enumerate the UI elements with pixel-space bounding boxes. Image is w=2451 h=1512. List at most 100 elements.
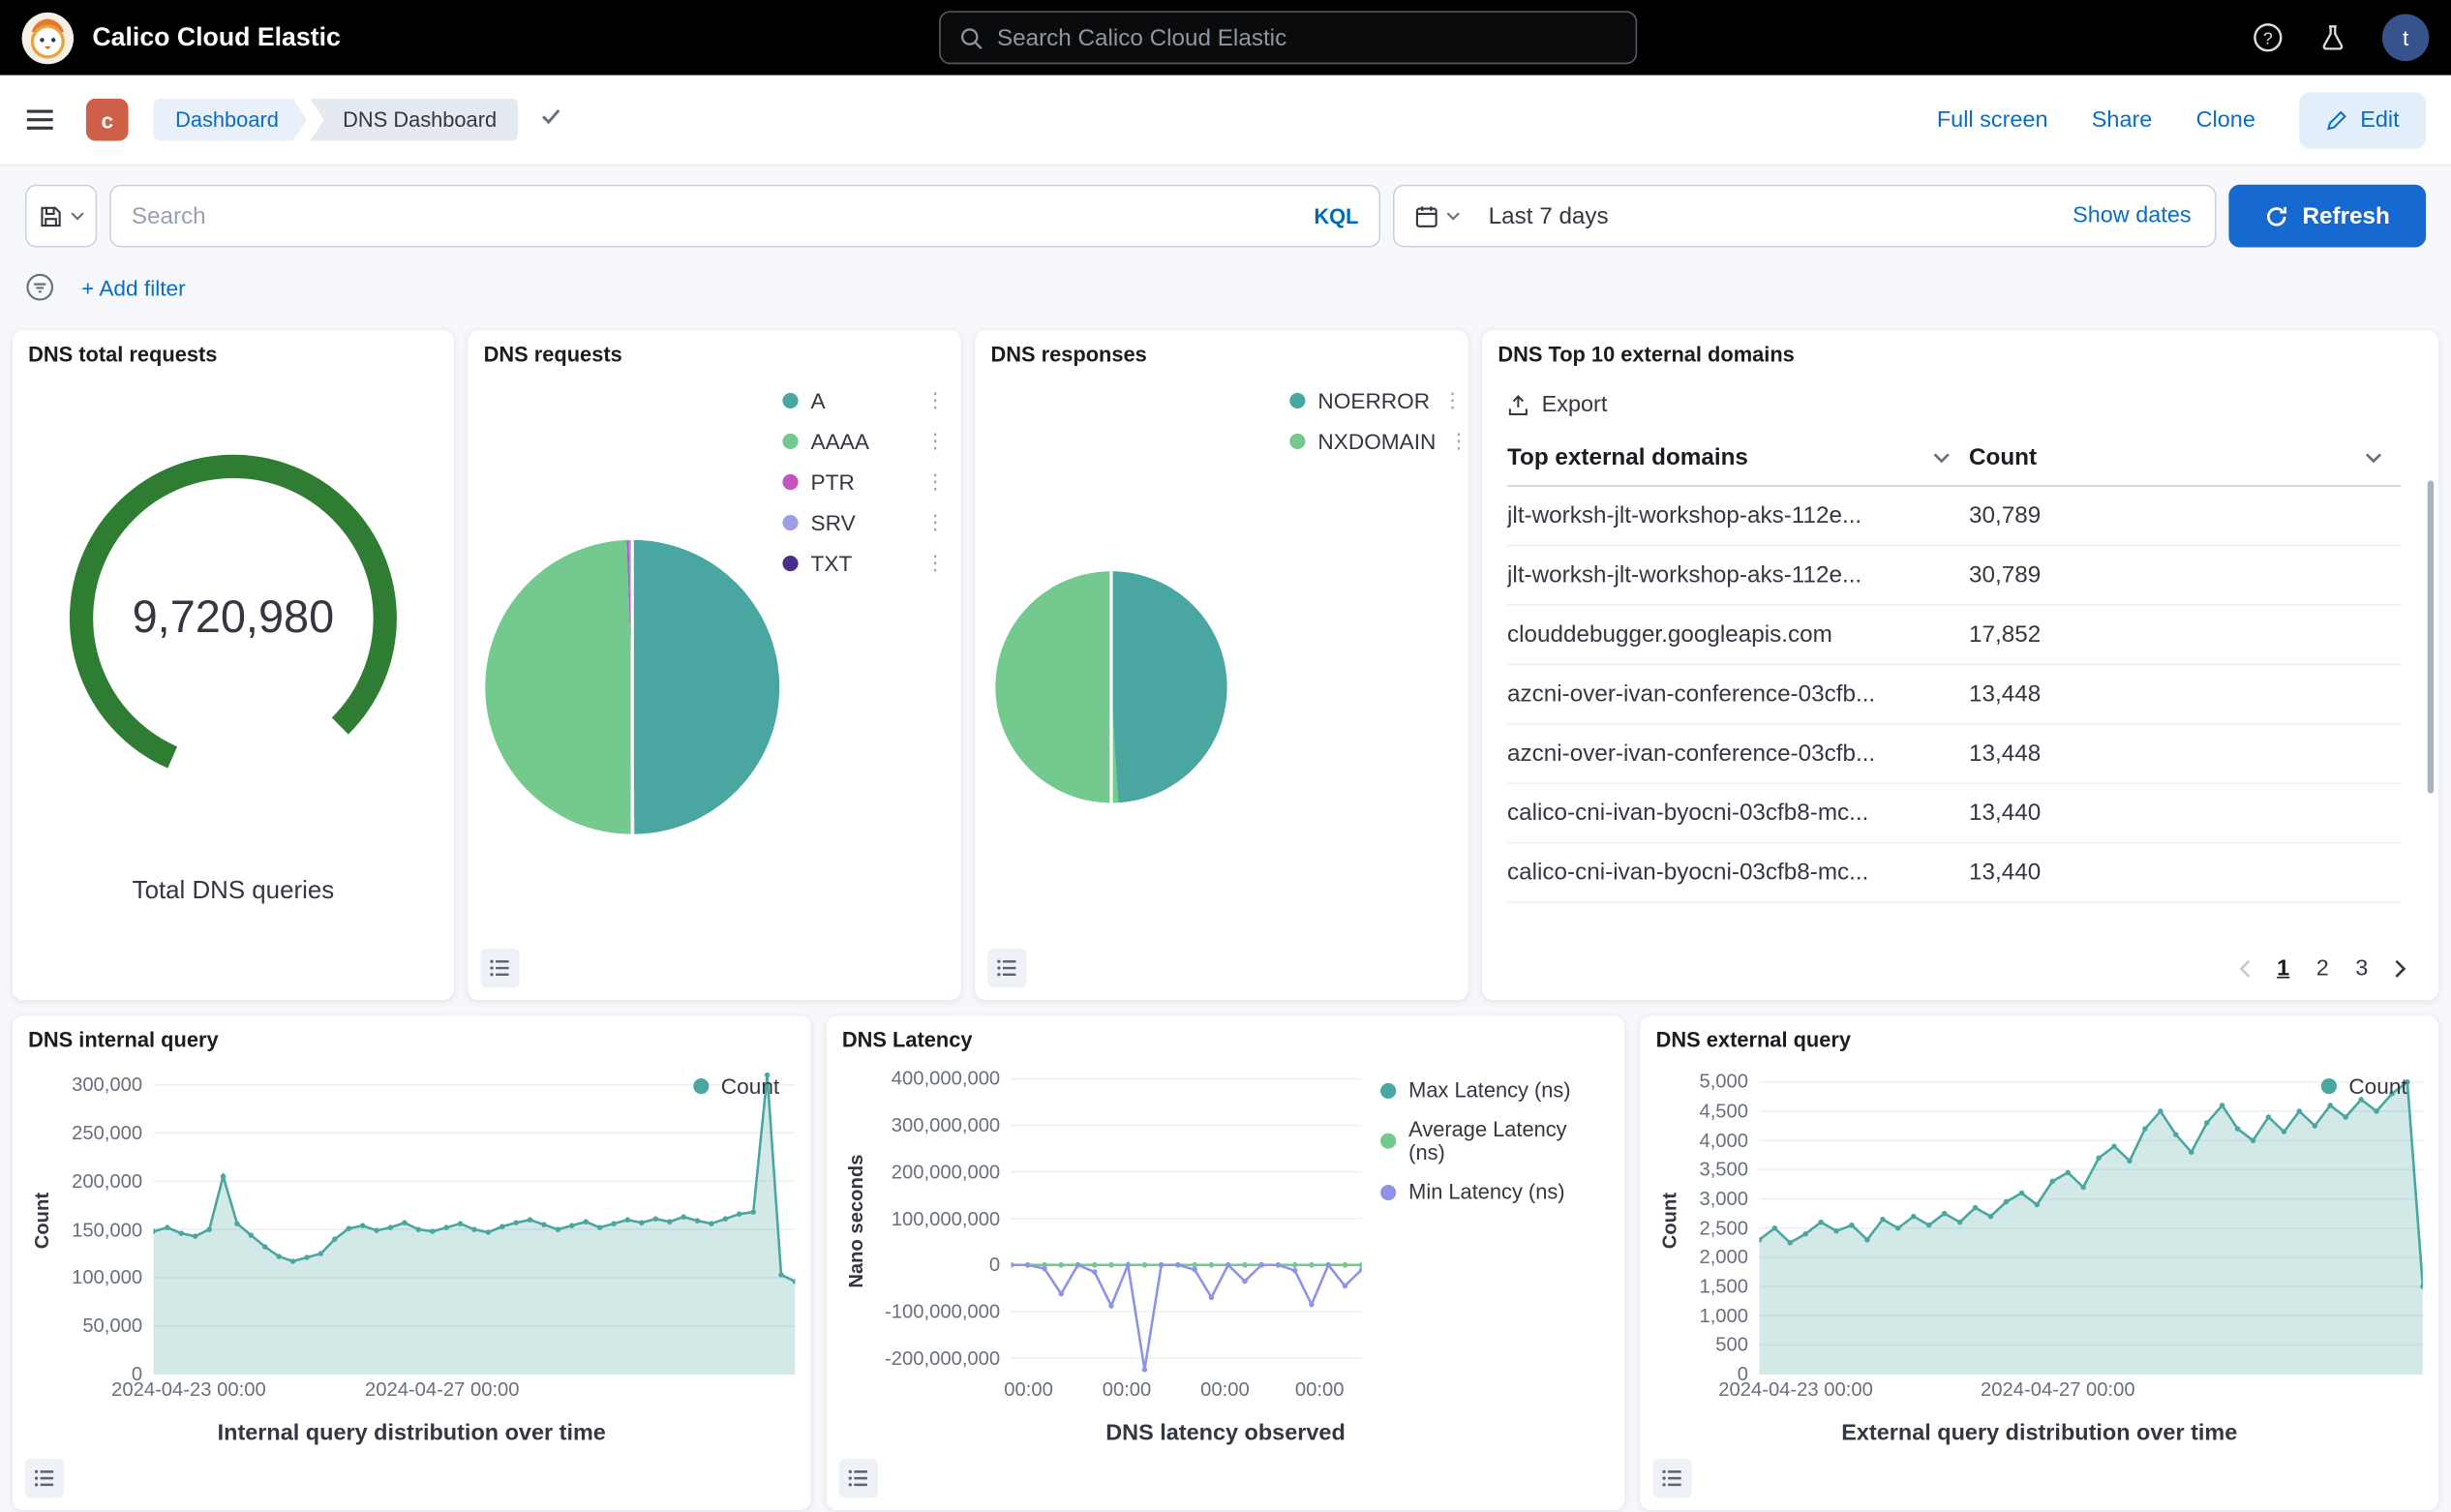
help-icon[interactable]: ? (2253, 22, 2284, 53)
calico-logo[interactable] (22, 12, 74, 63)
y-axis-tick-label: 100,000,000 (892, 1207, 1000, 1229)
legend-item[interactable]: NXDOMAIN⋮ (1289, 429, 1452, 454)
clone-button[interactable]: Clone (2196, 107, 2255, 133)
export-button[interactable]: Export (1507, 393, 1607, 418)
top-navigation-bar: Calico Cloud Elastic Search Calico Cloud… (0, 0, 2451, 76)
legend-actions-icon[interactable]: ⋮ (925, 469, 946, 495)
svg-text:?: ? (2263, 28, 2273, 47)
column-header-domains[interactable]: Top external domains (1507, 444, 1969, 470)
panel-data-list-button[interactable] (1652, 1459, 1691, 1497)
legend-item[interactable]: SRV⋮ (782, 510, 945, 535)
add-filter-button[interactable]: + Add filter (81, 275, 186, 300)
share-button[interactable]: Share (2092, 107, 2153, 133)
y-axis-tick-label: -200,000,000 (885, 1346, 1000, 1369)
page-button[interactable]: 2 (2316, 956, 2329, 982)
column-label: Count (1969, 444, 2037, 470)
legend-item[interactable]: Max Latency (ns) (1380, 1078, 1609, 1102)
pie-chart[interactable] (485, 540, 779, 834)
panel-data-list-button[interactable] (25, 1459, 64, 1497)
y-axis-tick-label: 0 (989, 1254, 1000, 1276)
menu-icon[interactable] (25, 105, 55, 135)
legend-item[interactable]: NOERROR⋮ (1289, 388, 1452, 413)
y-axis-tick-label: 500 (1715, 1334, 1748, 1356)
y-axis-tick-label: 3,000 (1699, 1188, 1748, 1210)
calendar-menu-button[interactable] (1395, 186, 1479, 245)
panel-title: DNS Top 10 external domains (1498, 343, 2423, 366)
labs-icon[interactable] (2318, 22, 2348, 52)
legend-color-dot (693, 1078, 709, 1094)
legend-item[interactable]: Min Latency (ns) (1380, 1180, 1609, 1203)
legend-item[interactable]: TXT⋮ (782, 551, 945, 576)
scrollbar-thumb[interactable] (2428, 480, 2434, 793)
gauge-caption: Total DNS queries (133, 878, 334, 906)
line-chart[interactable]: 00:0000:0000:0000:00 (1011, 1068, 1361, 1375)
pie-chart[interactable] (995, 571, 1226, 802)
count-cell: 13,448 (1969, 680, 2401, 707)
page-button[interactable]: 3 (2355, 956, 2368, 982)
calendar-icon (1414, 204, 1437, 227)
page-button[interactable]: 1 (2277, 956, 2289, 982)
search-input[interactable] (132, 202, 1302, 228)
legend-color-dot (1380, 1082, 1396, 1098)
chart-legend: Count (2320, 1074, 2407, 1099)
legend-actions-icon[interactable]: ⋮ (925, 429, 946, 454)
previous-page-icon[interactable] (2238, 959, 2251, 978)
legend-item[interactable]: Count (693, 1074, 780, 1099)
x-axis-tick-label: 2024-04-27 00:00 (365, 1378, 520, 1401)
full-screen-button[interactable]: Full screen (1937, 107, 2048, 133)
legend-color-dot (1380, 1184, 1396, 1199)
filter-icon[interactable] (25, 272, 55, 302)
panel-data-list-button[interactable] (839, 1459, 878, 1497)
y-axis-tick-label: 1,000 (1699, 1305, 1748, 1327)
show-dates-button[interactable]: Show dates (2073, 203, 2192, 228)
x-axis-tick-label: 2024-04-23 00:00 (1718, 1378, 1873, 1401)
panel-dns-top-domains: DNS Top 10 external domains Export Top e… (1482, 330, 2438, 1000)
export-label: Export (1542, 393, 1608, 418)
panel-data-list-button[interactable] (480, 949, 519, 987)
table-body: jlt-worksh-jlt-workshop-aks-112e...30,78… (1507, 487, 2401, 903)
legend-actions-icon[interactable]: ⋮ (1448, 429, 1468, 454)
chart-legend: Max Latency (ns) Average Latency (ns) Min … (1362, 1068, 1609, 1375)
area-chart[interactable]: 2024-04-23 00:002024-04-27 00:00 (1759, 1068, 2423, 1375)
space-badge[interactable]: c (86, 99, 129, 141)
list-icon (490, 958, 510, 979)
legend-item[interactable]: AAAA⋮ (782, 429, 945, 454)
global-search[interactable]: Search Calico Cloud Elastic (939, 11, 1637, 64)
panel-dns-external-query: DNS external query Count 5,0004,5004,000… (1640, 1015, 2438, 1510)
legend-actions-icon[interactable]: ⋮ (925, 551, 946, 576)
user-avatar[interactable]: t (2382, 15, 2430, 62)
panel-data-list-button[interactable] (987, 949, 1026, 987)
calico-logo-icon (22, 12, 74, 63)
column-header-count[interactable]: Count (1969, 444, 2401, 470)
saved-query-menu-button[interactable] (25, 185, 97, 248)
refresh-icon (2265, 204, 2288, 227)
breadcrumb: Dashboard DNS Dashboard (153, 99, 562, 141)
legend-label: NXDOMAIN (1317, 429, 1436, 454)
pie-slice-divider (631, 540, 634, 834)
breadcrumb-dashboard[interactable]: Dashboard (153, 99, 307, 141)
x-axis-tick-label: 00:00 (1200, 1378, 1250, 1401)
legend-item[interactable]: Count (2320, 1074, 2407, 1099)
legend-actions-icon[interactable]: ⋮ (925, 510, 946, 535)
kql-button[interactable]: KQL (1314, 204, 1358, 227)
refresh-button[interactable]: Refresh (2228, 185, 2426, 248)
y-axis-labels: 5,0004,5004,0003,5003,0002,5002,0001,500… (1684, 1068, 1760, 1375)
x-axis-tick-label: 2024-04-23 00:00 (111, 1378, 266, 1401)
legend-item[interactable]: PTR⋮ (782, 469, 945, 495)
check-icon (540, 105, 562, 135)
edit-button[interactable]: Edit (2299, 92, 2426, 148)
time-range-value[interactable]: Last 7 days (1489, 202, 1609, 228)
area-chart[interactable]: 2024-04-23 00:002024-04-27 00:00 (153, 1068, 795, 1375)
panel-title: DNS internal query (28, 1028, 795, 1051)
next-page-icon[interactable] (2395, 959, 2407, 978)
gauge-value: 9,720,980 (47, 432, 420, 804)
x-axis-tick-label: 00:00 (1004, 1378, 1053, 1401)
y-axis-labels: 400,000,000300,000,000200,000,000100,000… (870, 1068, 1012, 1375)
table-row: jlt-worksh-jlt-workshop-aks-112e...30,78… (1507, 546, 2401, 605)
legend-item[interactable]: A⋮ (782, 388, 945, 413)
legend-label: NOERROR (1317, 388, 1430, 413)
legend-actions-icon[interactable]: ⋮ (925, 388, 946, 413)
legend-actions-icon[interactable]: ⋮ (1442, 388, 1463, 413)
breadcrumb-dns-dashboard[interactable]: DNS Dashboard (310, 99, 519, 141)
legend-item[interactable]: Average Latency (ns) (1380, 1117, 1609, 1164)
